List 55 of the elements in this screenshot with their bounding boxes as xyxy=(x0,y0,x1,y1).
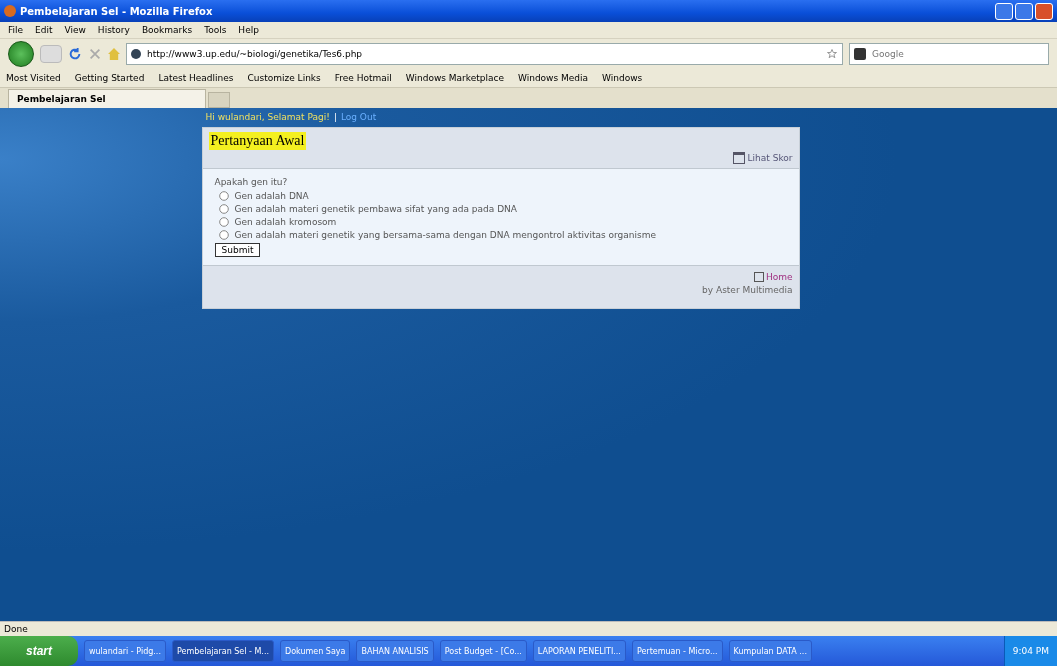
taskbar-button[interactable]: LAPORAN PENELITI... xyxy=(532,640,626,662)
taskbar-button[interactable]: Pertemuan - Micro... xyxy=(631,640,723,662)
taskbar-button[interactable]: Post Budget - [Co... xyxy=(439,640,527,662)
browser-icon xyxy=(4,5,16,17)
menu-item[interactable]: Tools xyxy=(204,25,227,35)
address-field[interactable]: http://www3.up.edu/~biologi/genetika/Tes6.php xyxy=(126,43,843,65)
back-button[interactable] xyxy=(8,41,34,67)
radio-button[interactable] xyxy=(218,191,229,201)
option-label: Gen adalah materi genetik yang bersama-sama dengan DNA mengontrol aktivitas organisme xyxy=(234,230,656,240)
taskbar-button[interactable]: BAHAN ANALISIS xyxy=(356,640,434,662)
bookmark-link[interactable]: Windows Marketplace xyxy=(405,73,504,83)
question-text: Apakah gen itu? xyxy=(214,177,289,187)
taskbar-button[interactable]: Kumpulan DATA ... xyxy=(728,640,812,662)
option-label: Gen adalah materi genetik pembawa sifat yang ada pada DNA xyxy=(234,204,517,214)
status-text: Done xyxy=(4,624,28,634)
credit-text: by Aster Multimedia xyxy=(702,285,793,295)
menu-item[interactable]: Bookmarks xyxy=(141,25,193,35)
search-field[interactable]: Google xyxy=(849,43,1049,65)
start-button[interactable]: start xyxy=(0,636,78,666)
option-label: Gen adalah DNA xyxy=(234,191,309,201)
taskbar-button[interactable]: Pembelajaran Sel - M... xyxy=(171,640,274,662)
option-label: Gen adalah kromosom xyxy=(234,217,337,227)
taskbar-button[interactable]: wulandari - Pidg... xyxy=(84,640,166,662)
menu-item[interactable]: File xyxy=(8,25,24,35)
greeting-text: Hi wulandari, Selamat Pagi! xyxy=(205,112,330,122)
bookmark-link[interactable]: Free Hotmail xyxy=(334,73,392,83)
radio-button[interactable] xyxy=(218,204,229,214)
maximize-button[interactable] xyxy=(1015,2,1033,20)
taskbar-button[interactable]: Dokumen Saya xyxy=(280,640,351,662)
score-link[interactable]: Lihat Skor xyxy=(747,153,793,163)
menu-item[interactable]: History xyxy=(97,25,130,35)
browser-tab[interactable]: Pembelajaran Sel xyxy=(8,89,206,108)
separator-text: | xyxy=(333,112,337,122)
submit-button[interactable]: Submit xyxy=(214,243,261,257)
radio-button[interactable] xyxy=(218,230,229,240)
star-icon[interactable] xyxy=(827,49,837,59)
stop-icon[interactable] xyxy=(88,47,102,61)
bookmark-link[interactable]: Getting Started xyxy=(74,73,145,83)
bookmark-link[interactable]: Customize Links xyxy=(247,73,321,83)
menu-item[interactable]: View xyxy=(64,25,86,35)
close-button[interactable] xyxy=(1035,2,1053,20)
menu-item[interactable]: Help xyxy=(238,25,259,35)
reload-icon[interactable] xyxy=(68,47,82,61)
bookmark-link[interactable]: Windows xyxy=(602,73,643,83)
window-title: Pembelajaran Sel - Mozilla Firefox xyxy=(20,5,214,17)
bookmark-link[interactable]: Most Visited xyxy=(6,73,61,83)
home-link[interactable]: Home xyxy=(765,272,793,282)
calendar-icon xyxy=(732,152,745,164)
minimize-button[interactable] xyxy=(995,2,1013,20)
bookmark-link[interactable]: Windows Media xyxy=(518,73,589,83)
menu-item[interactable]: Edit xyxy=(35,25,53,35)
radio-button[interactable] xyxy=(218,217,229,227)
quiz-title: Pertanyaan Awal xyxy=(208,132,307,150)
clock-text: 9:04 PM xyxy=(1012,646,1049,656)
bookmark-link[interactable]: Latest Headlines xyxy=(158,73,234,83)
